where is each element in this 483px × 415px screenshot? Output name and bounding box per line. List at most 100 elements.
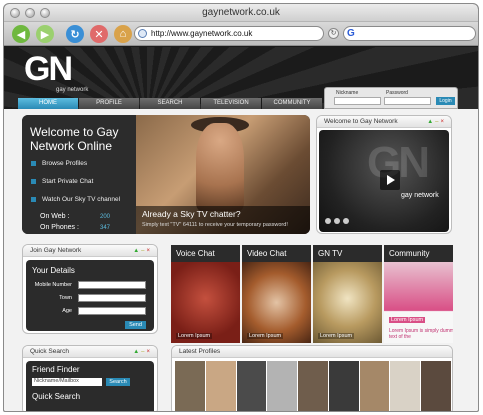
tile-image <box>313 262 382 343</box>
refresh-icon[interactable]: ↻ <box>66 25 84 43</box>
profile-thumbnail[interactable] <box>298 361 328 411</box>
carousel-dots <box>325 218 349 224</box>
tile-title: Community <box>384 245 453 262</box>
nav-television[interactable]: TELEVISION <box>201 98 261 109</box>
password-input[interactable] <box>384 97 431 105</box>
logo-subtitle: gay network <box>56 87 89 93</box>
mobile-number-label: Mobile Number <box>34 282 72 288</box>
quick-search-title: Quick Search <box>30 348 70 355</box>
promo-image: Already a Sky TV chatter? Simply text "T… <box>136 115 310 234</box>
tile-gn-tv[interactable]: GN TV Lorem Ipsum <box>313 245 382 343</box>
close-icon[interactable]: × <box>146 248 152 254</box>
video-panel-title: Welcome to Gay Network <box>324 118 398 125</box>
google-search-icon: G <box>347 28 355 39</box>
page-body: Welcome to Gay Network Online Browse Pro… <box>4 109 478 411</box>
search-field[interactable]: G <box>343 26 476 41</box>
profile-thumbnail[interactable] <box>328 361 359 411</box>
on-web-label: On Web : <box>40 213 70 220</box>
town-input[interactable] <box>78 294 146 302</box>
feature-tiles: Voice Chat Lorem Ipsum Video Chat Lorem … <box>171 245 453 343</box>
close-icon[interactable]: × <box>146 349 152 355</box>
carousel-dot[interactable] <box>325 218 331 224</box>
mobile-number-input[interactable] <box>78 281 146 289</box>
latest-profiles-header: Latest Profiles <box>172 346 452 358</box>
video-player[interactable]: GN gay network <box>319 130 449 232</box>
carousel-dot[interactable] <box>343 218 349 224</box>
tile-title: Voice Chat <box>171 245 240 262</box>
address-url: http://www.gaynetwork.co.uk <box>151 29 253 38</box>
join-title: Join Gay Network <box>30 247 82 254</box>
tile-image <box>171 262 240 343</box>
video-panel: Welcome to Gay Network ▲–× GN gay networ… <box>316 115 452 234</box>
welcome-panel: Welcome to Gay Network Online Browse Pro… <box>22 115 310 234</box>
tile-title: Video Chat <box>242 245 311 262</box>
site-header: GN gay network HOME PROFILE SEARCH TELEV… <box>4 47 478 109</box>
tile-text: Lorem Ipsum is simply dummy text of the <box>389 328 453 340</box>
expand-icon[interactable]: ▲ <box>133 349 141 355</box>
profile-thumbnail[interactable] <box>267 361 298 411</box>
forward-icon[interactable]: ▶ <box>36 25 54 43</box>
title-bar: gaynetwork.co.uk <box>4 4 478 22</box>
welcome-left: Welcome to Gay Network Online Browse Pro… <box>22 115 136 234</box>
profiles-strip <box>175 361 452 411</box>
send-button[interactable]: Send <box>125 321 146 329</box>
search-button[interactable]: Search <box>106 378 130 386</box>
carousel-dot[interactable] <box>334 218 340 224</box>
quick-search-panel: Quick Search ▲–× Friend Finder Nickname/… <box>22 345 158 411</box>
profile-thumbnail[interactable] <box>236 361 267 411</box>
browser-toolbar: ◀ ▶ ↻ ✕ ⌂ http://www.gaynetwork.co.uk ↻ … <box>4 22 478 46</box>
go-icon[interactable]: ↻ <box>328 28 339 39</box>
panel-controls: ▲–× <box>427 116 446 128</box>
address-bar[interactable]: http://www.gaynetwork.co.uk <box>134 26 324 41</box>
age-input[interactable] <box>78 307 146 315</box>
latest-profiles-panel: Latest Profiles <box>171 345 453 411</box>
video-panel-header: Welcome to Gay Network ▲–× <box>317 116 451 128</box>
tile-label: Lorem Ipsum <box>318 333 355 339</box>
site-content: GN gay network HOME PROFILE SEARCH TELEV… <box>4 47 478 411</box>
browse-profiles-link[interactable]: Browse Profiles <box>31 160 87 167</box>
private-chat-link[interactable]: Start Private Chat <box>31 178 93 185</box>
home-icon[interactable]: ⌂ <box>114 25 132 43</box>
back-icon[interactable]: ◀ <box>12 25 30 43</box>
video-overlay-text: gay network <box>401 192 439 199</box>
tile-image <box>242 262 311 343</box>
close-icon[interactable]: × <box>440 119 446 125</box>
friend-finder-heading: Friend Finder <box>32 365 80 374</box>
profile-thumbnail[interactable] <box>205 361 236 411</box>
nickname-search-input[interactable]: Nickname/Mailbox <box>32 378 102 386</box>
nav-home[interactable]: HOME <box>18 98 78 109</box>
nickname-input[interactable] <box>334 97 381 105</box>
profile-thumbnail[interactable] <box>359 361 390 411</box>
town-label: Town <box>59 295 72 301</box>
expand-icon[interactable]: ▲ <box>427 119 435 125</box>
stop-icon[interactable]: ✕ <box>90 25 108 43</box>
tile-title: GN TV <box>313 245 382 262</box>
play-icon[interactable] <box>380 170 400 190</box>
tile-community[interactable]: Community Lorem Ipsum Lorem Ipsum is sim… <box>384 245 453 343</box>
promo-title: Already a Sky TV chatter? <box>142 209 241 219</box>
profile-thumbnail[interactable] <box>390 361 421 411</box>
expand-icon[interactable]: ▲ <box>133 248 141 254</box>
tile-voice-chat[interactable]: Voice Chat Lorem Ipsum <box>171 245 240 343</box>
profile-thumbnail[interactable] <box>421 361 452 411</box>
main-nav: HOME PROFILE SEARCH TELEVISION COMMUNITY <box>18 98 323 109</box>
latest-profiles-title: Latest Profiles <box>179 348 221 355</box>
nav-community[interactable]: COMMUNITY <box>262 98 322 109</box>
profile-thumbnail[interactable] <box>175 361 205 411</box>
nav-search[interactable]: SEARCH <box>140 98 200 109</box>
tile-video-chat[interactable]: Video Chat Lorem Ipsum <box>242 245 311 343</box>
site-logo[interactable]: GN <box>24 51 73 87</box>
sky-tv-link[interactable]: Watch Our Sky TV channel <box>31 196 120 203</box>
join-panel: Join Gay Network ▲–× Your Details Mobile… <box>22 244 158 334</box>
quick-search-header: Quick Search ▲–× <box>23 346 157 358</box>
tile-label: Lorem Ipsum <box>247 333 284 339</box>
nav-profile[interactable]: PROFILE <box>79 98 139 109</box>
quick-search-subheading: Quick Search <box>32 392 81 401</box>
model-figure <box>196 123 244 211</box>
nickname-label: Nickname <box>336 90 359 96</box>
age-label: Age <box>62 308 72 314</box>
on-phones-count: 347 <box>100 225 111 231</box>
promo-text: Simply text "TV" 64111 to receive your t… <box>142 222 288 228</box>
window-title: gaynetwork.co.uk <box>202 7 280 18</box>
login-button[interactable]: Login <box>436 97 455 105</box>
